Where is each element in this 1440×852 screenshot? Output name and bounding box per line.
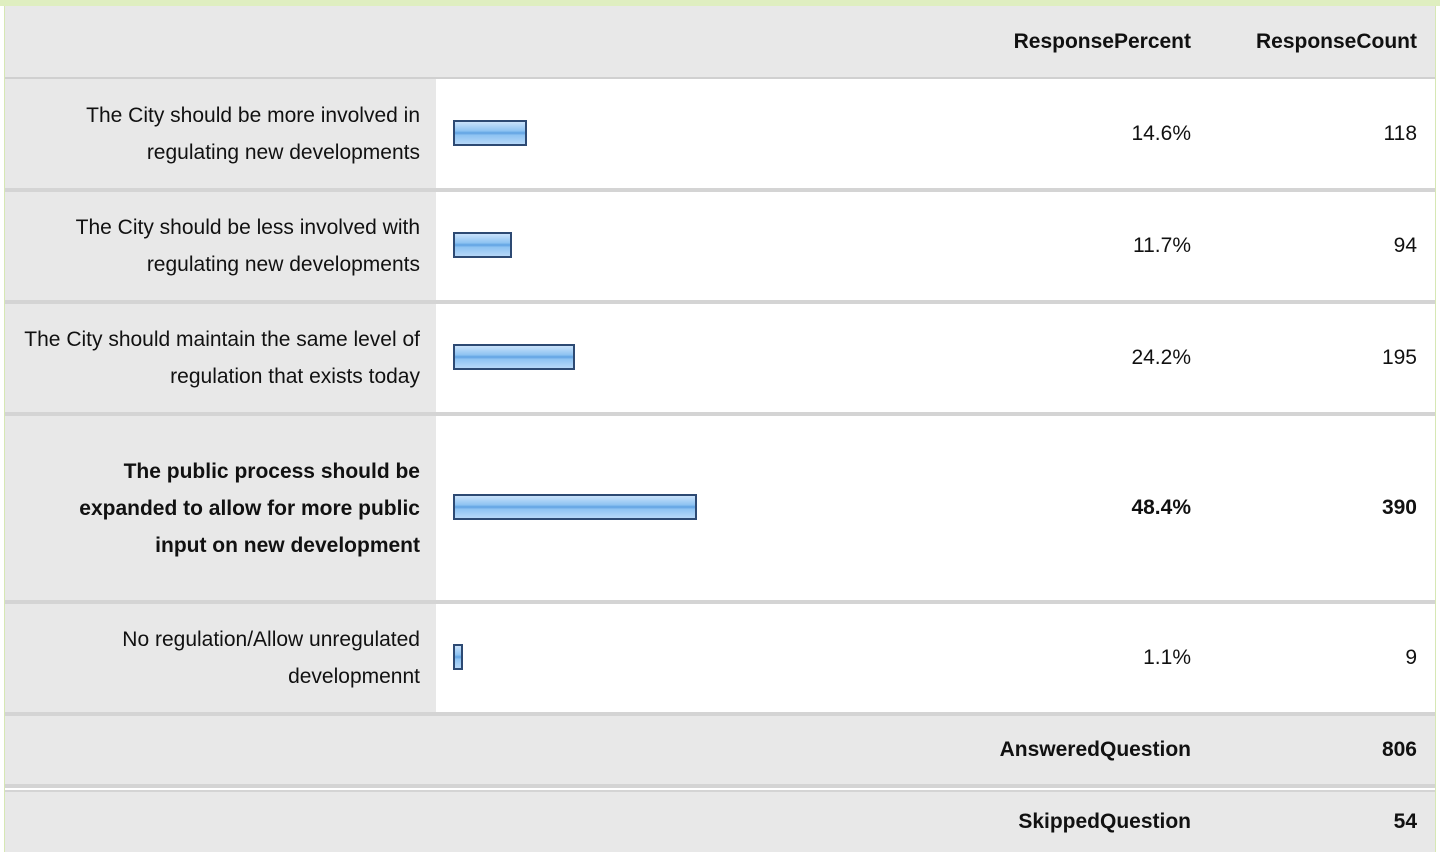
response-count: 94 (1393, 234, 1417, 257)
table-row: No regulation/Allow unregulated developm… (5, 604, 1435, 716)
header-response-percent: ResponsePercent (1013, 29, 1191, 53)
response-percent: 24.2% (1131, 346, 1191, 369)
response-percent: 11.7% (1133, 234, 1191, 257)
table-header: ResponsePercent ResponseCount (5, 6, 1435, 79)
answer-label-cell: The City should maintain the same level … (5, 304, 436, 412)
response-count: 195 (1381, 346, 1417, 369)
response-count: 118 (1383, 121, 1417, 145)
answer-label: The public process should be expanded to… (79, 459, 420, 557)
response-percent: 1.1% (1143, 646, 1191, 669)
answered-question-row: AnsweredQuestion 806 (5, 716, 1435, 788)
response-bar (453, 344, 575, 370)
response-bar (453, 494, 697, 520)
table-row: The City should maintain the same level … (5, 304, 1435, 416)
table-row: The City should be more involved in regu… (5, 79, 1435, 192)
response-percent: 48.4% (1131, 496, 1191, 519)
response-bar (453, 644, 463, 670)
answer-label: The City should maintain the same level … (24, 328, 420, 388)
response-bar (453, 120, 527, 146)
table-row: The public process should be expanded to… (5, 416, 1435, 604)
answer-label-cell: No regulation/Allow unregulated developm… (5, 604, 436, 712)
response-count: 9 (1405, 646, 1417, 669)
skipped-question-row: SkippedQuestion 54 (5, 790, 1435, 852)
response-percent: 14.6% (1131, 121, 1191, 145)
survey-results-frame: ResponsePercent ResponseCount The City s… (0, 0, 1440, 852)
answer-label: No regulation/Allow unregulated developm… (122, 628, 420, 688)
answer-label-cell: The City should be more involved in regu… (5, 79, 436, 188)
header-response-count: ResponseCount (1255, 29, 1417, 53)
answer-label: The City should be less involved with re… (75, 216, 420, 276)
response-bar (453, 232, 512, 258)
answer-label-cell: The public process should be expanded to… (5, 416, 436, 600)
skipped-question-label: SkippedQuestion (1018, 810, 1191, 833)
skipped-question-value: 54 (1393, 810, 1417, 833)
answered-question-value: 806 (1381, 738, 1417, 761)
answer-label-cell: The City should be less involved with re… (5, 192, 436, 300)
table-row: The City should be less involved with re… (5, 192, 1435, 304)
answer-label: The City should be more involved in regu… (86, 103, 420, 164)
results-table: ResponsePercent ResponseCount The City s… (4, 6, 1436, 852)
response-count: 390 (1381, 496, 1417, 519)
answered-question-label: AnsweredQuestion (999, 738, 1191, 761)
